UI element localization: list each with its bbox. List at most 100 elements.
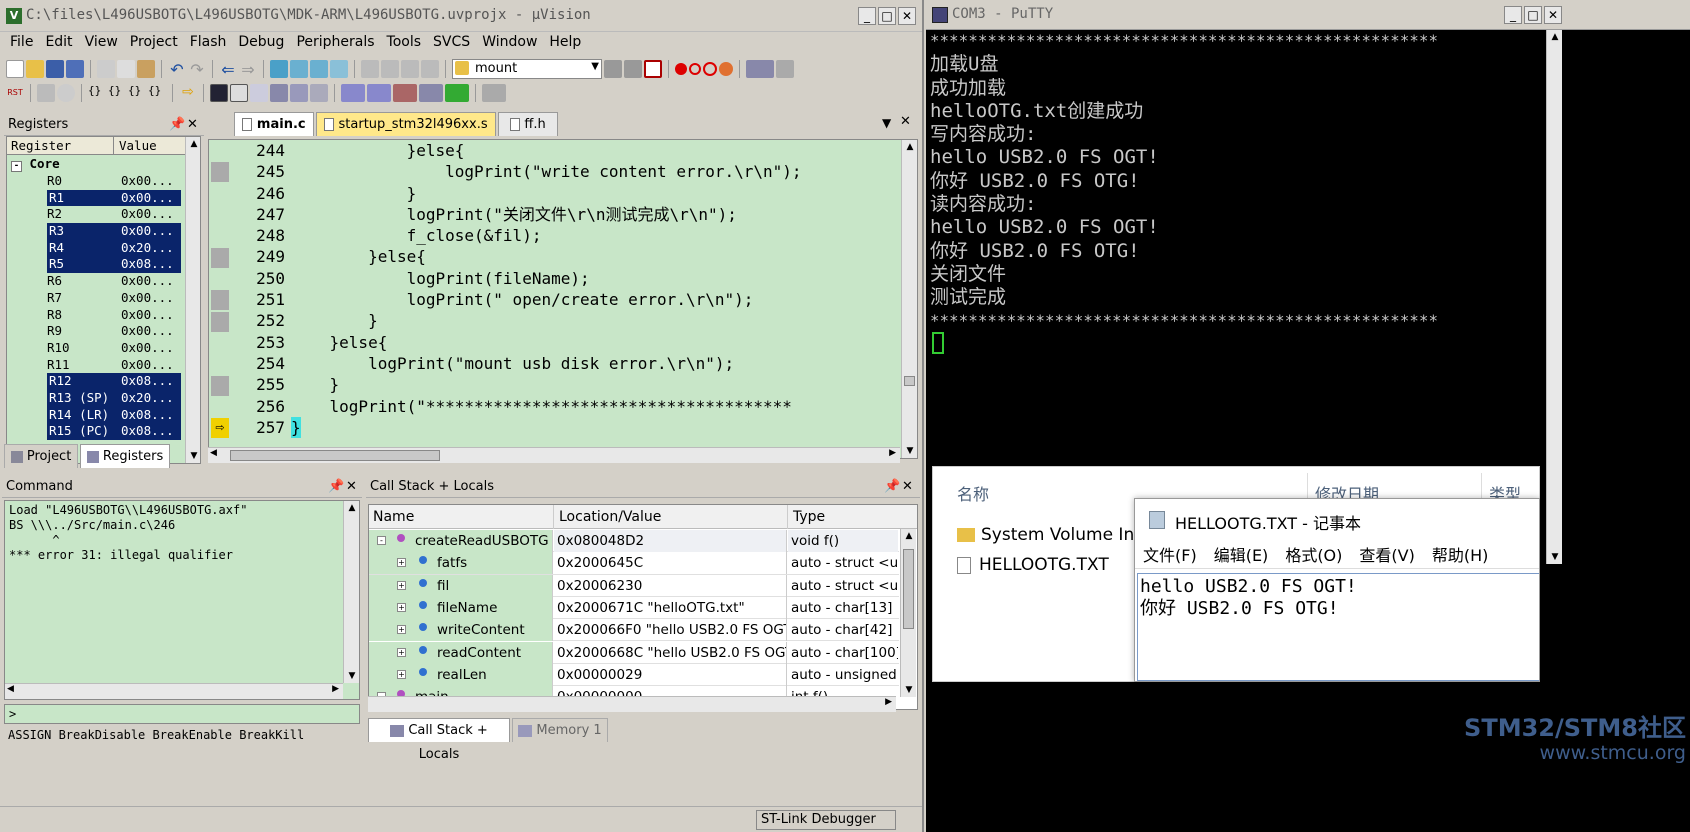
command-vscrollbar[interactable]: ▲ ▼ <box>343 501 359 683</box>
putty-titlebar[interactable]: COM3 - PuTTY _ □ ✕ <box>926 0 1690 30</box>
putty-scrollbar[interactable]: ▲ ▼ <box>1546 30 1562 564</box>
menu-window[interactable]: Window <box>476 30 543 54</box>
undo-icon[interactable]: ↶ <box>168 60 186 79</box>
menu-tools[interactable]: Tools <box>381 30 428 54</box>
notepad-menu-item[interactable]: 帮助(H) <box>1432 546 1489 565</box>
configure-icon[interactable] <box>776 60 794 78</box>
window-layout-icon[interactable] <box>746 60 774 78</box>
code-line[interactable]: 249 }else{ <box>209 246 901 267</box>
register-row[interactable]: R8 0x00... <box>7 307 185 324</box>
callstack-row[interactable]: + readContent 0x2000668C "hello USB2.0 FS … <box>369 641 899 664</box>
registers-window-icon[interactable] <box>270 84 288 102</box>
run-to-cursor-icon[interactable]: {} <box>148 84 166 102</box>
chevron-down-icon[interactable]: ▼ <box>591 61 599 72</box>
stop-icon[interactable] <box>57 84 75 102</box>
expand-icon[interactable]: + <box>397 625 406 635</box>
register-row[interactable]: R15 (PC) 0x08... <box>7 423 185 441</box>
show-next-statement-icon[interactable]: ⇨ <box>179 84 197 102</box>
step-out-icon[interactable]: {} <box>128 84 146 102</box>
breakpoint-enable-icon[interactable] <box>689 63 701 75</box>
uncomment-icon[interactable] <box>421 60 439 78</box>
notepad-titlebar[interactable]: HELLOOTG.TXT - 记事本 <box>1135 499 1539 539</box>
pin-icon[interactable]: 📌 <box>169 114 185 136</box>
callstack-hscrollbar[interactable]: ▶ <box>368 696 896 712</box>
call-stack-window-icon[interactable] <box>290 84 308 102</box>
register-col-label[interactable]: Register <box>11 137 71 155</box>
tab-project[interactable]: Project <box>4 444 78 468</box>
disassembly-window-icon[interactable] <box>230 84 248 102</box>
toolbox-icon[interactable] <box>482 84 506 102</box>
code-line[interactable]: 253 }else{ <box>209 332 901 353</box>
run-icon[interactable] <box>37 84 55 102</box>
col-location[interactable]: Location/Value <box>559 505 661 529</box>
memory-window-icon[interactable] <box>341 84 365 102</box>
tab-memory-1[interactable]: Memory 1 <box>512 718 608 742</box>
tab-registers[interactable]: Registers <box>80 444 170 468</box>
close-icon[interactable]: ✕ <box>187 114 198 136</box>
cut-icon[interactable] <box>97 60 115 78</box>
editor-hscrollbar[interactable]: ◀ ▶ <box>208 447 900 463</box>
register-row[interactable]: R9 0x00... <box>7 323 185 340</box>
register-row[interactable]: R2 0x00... <box>7 206 185 223</box>
tab-list-dropdown-icon[interactable]: ▼ <box>882 116 891 130</box>
code-line[interactable]: 256 logPrint("**************************… <box>209 396 901 417</box>
pin-icon[interactable]: 📌 <box>884 476 900 498</box>
minimize-button[interactable]: _ <box>1504 6 1522 24</box>
close-editor-icon[interactable]: ✕ <box>900 114 911 129</box>
close-button[interactable]: ✕ <box>1544 6 1562 24</box>
system-viewer-icon[interactable] <box>445 84 469 102</box>
nav-forward-icon[interactable]: ⇒ <box>239 60 257 79</box>
bookmark-icon[interactable] <box>270 60 288 78</box>
register-row[interactable]: R5 0x08... <box>7 256 185 274</box>
menu-flash[interactable]: Flash <box>184 30 233 54</box>
callstack-row[interactable]: - createReadUSBOTG 0x080048D2 void f() <box>369 530 899 553</box>
command-window-icon[interactable] <box>210 84 228 102</box>
tab-main-c[interactable]: main.c <box>234 112 314 136</box>
comment-icon[interactable] <box>401 60 419 78</box>
menu-help[interactable]: Help <box>543 30 587 54</box>
menu-debug[interactable]: Debug <box>232 30 290 54</box>
close-button[interactable]: ✕ <box>898 7 916 25</box>
menu-peripherals[interactable]: Peripherals <box>290 30 380 54</box>
command-input[interactable]: > <box>4 704 360 724</box>
tab-callstack[interactable]: Call Stack + Locals <box>368 718 510 762</box>
code-line[interactable]: 257} <box>209 416 901 439</box>
tab-startup[interactable]: startup_stm32l496xx.s <box>316 112 496 136</box>
minimize-button[interactable]: _ <box>858 7 876 25</box>
putty-terminal[interactable]: ****************************************… <box>926 30 1546 832</box>
find-combo[interactable]: mount ▼ <box>452 59 602 79</box>
notepad-menu-item[interactable]: 编辑(E) <box>1214 546 1269 565</box>
code-line[interactable]: 246 } <box>209 183 901 204</box>
notepad-menu-item[interactable]: 文件(F) <box>1143 546 1197 565</box>
register-row[interactable]: R12 0x08... <box>7 373 185 390</box>
value-col-label[interactable]: Value <box>119 137 157 155</box>
code-line[interactable]: 248 f_close(&fil); <box>209 225 901 246</box>
register-row[interactable]: R7 0x00... <box>7 290 185 307</box>
maximize-button[interactable]: □ <box>878 7 896 25</box>
code-line[interactable]: 252 } <box>209 310 901 331</box>
callstack-row[interactable]: + fatfs 0x2000645Cauto - struct <unt <box>369 552 899 575</box>
copy-icon[interactable] <box>117 60 135 78</box>
col-name-header[interactable]: 名称 <box>957 481 989 505</box>
watch-window-icon[interactable] <box>310 84 328 102</box>
register-row[interactable]: R11 0x00... <box>7 357 185 374</box>
open-folder-icon[interactable] <box>26 60 44 78</box>
code-line[interactable]: 250 logPrint(fileName); <box>209 268 901 289</box>
callstack-row[interactable]: + fil 0x20006230auto - struct <unt <box>369 574 899 597</box>
editor-vscrollbar[interactable]: ▲ ▼ <box>901 140 917 458</box>
bookmark-prev-icon[interactable] <box>290 60 308 78</box>
maximize-button[interactable]: □ <box>1524 6 1542 24</box>
expand-icon[interactable]: + <box>397 580 406 590</box>
save-all-icon[interactable] <box>66 60 84 78</box>
bookmark-clear-icon[interactable] <box>330 60 348 78</box>
col-type[interactable]: Type <box>793 505 825 529</box>
register-row[interactable]: R6 0x00... <box>7 273 185 290</box>
trace-window-icon[interactable] <box>419 84 443 102</box>
register-row[interactable]: R0 0x00... <box>7 173 185 190</box>
register-row[interactable]: R3 0x00... <box>7 223 185 240</box>
serial-window-icon[interactable] <box>367 84 391 102</box>
new-file-icon[interactable] <box>6 60 24 78</box>
close-icon[interactable]: ✕ <box>346 476 357 498</box>
callstack-row[interactable]: + fileName 0x2000671C "helloOTG.txt" auto -… <box>369 596 899 620</box>
register-row[interactable]: R1 0x00... <box>7 189 185 207</box>
